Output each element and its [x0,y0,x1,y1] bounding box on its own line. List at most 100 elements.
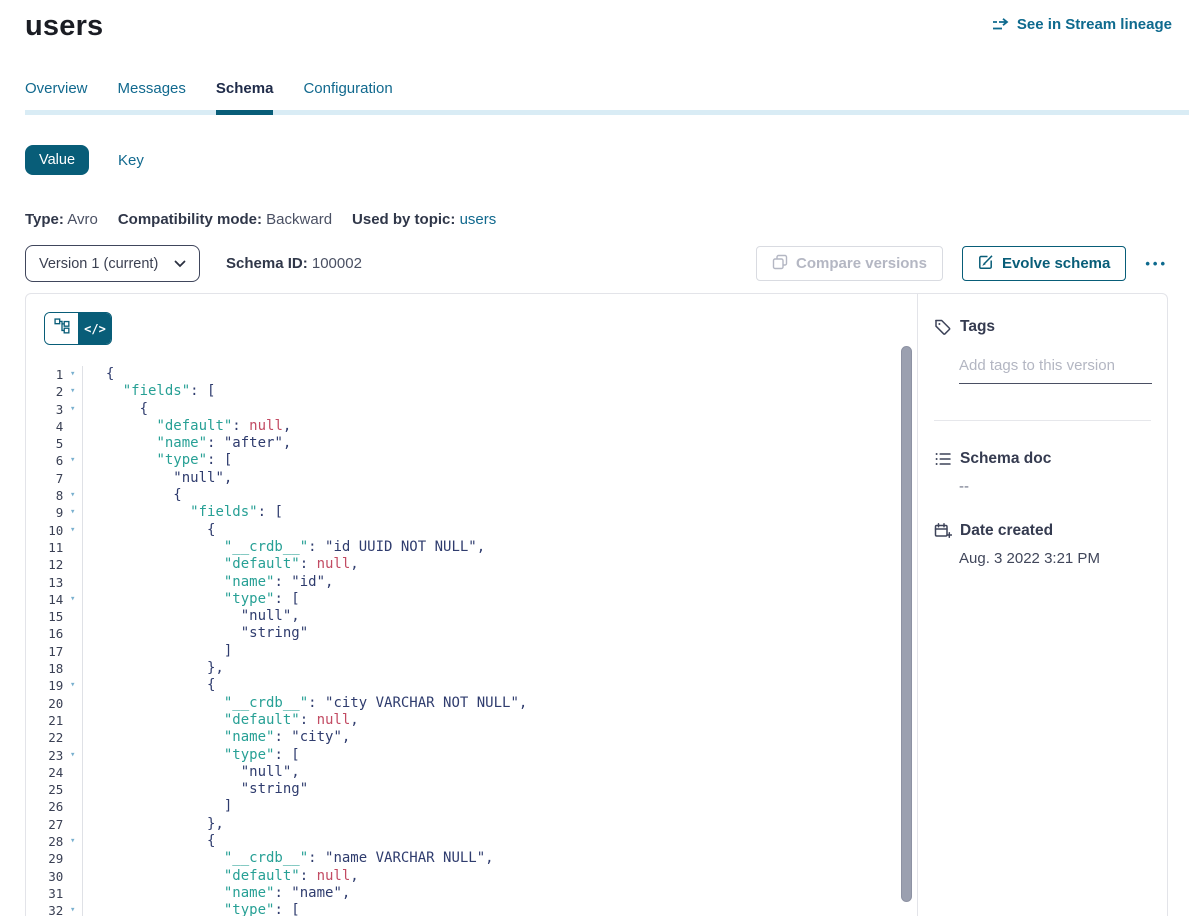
fold-spacer [63,556,82,573]
fold-arrow[interactable]: ▾ [63,677,82,694]
fold-arrow[interactable]: ▾ [63,522,82,539]
fold-arrow[interactable]: ▾ [63,383,82,400]
fold-arrow[interactable]: ▾ [63,452,82,469]
code-line: 7 "null", [26,470,917,487]
fold-arrow[interactable]: ▾ [63,747,82,764]
add-tags-input[interactable] [959,357,1152,384]
fold-spacer [63,643,82,660]
edit-icon [978,254,994,274]
fold-arrow[interactable]: ▾ [63,401,82,418]
schema-controls-row: Version 1 (current) Schema ID: 100002 Co… [25,245,1168,282]
code-view-icon: </> [84,322,106,336]
fold-arrow[interactable]: ▾ [63,504,82,521]
code-text: { [83,487,182,504]
line-number: 8 [26,487,63,504]
copy-versions-icon [772,254,788,274]
tab-messages[interactable]: Messages [118,80,186,115]
fold-spacer [63,660,82,677]
topic-link[interactable]: users [460,211,497,228]
code-text: "default": null, [83,868,359,885]
line-number: 31 [26,885,63,902]
vertical-scrollbar-thumb[interactable] [901,346,912,902]
code-text: { [83,366,114,383]
code-line: 2▾ "fields": [ [26,383,917,400]
fold-arrow[interactable]: ▾ [63,591,82,608]
chevron-down-icon [174,256,186,272]
line-number: 26 [26,798,63,815]
schema-code-pane: </> 1▾ {2▾ "fields": [3▾ {4 "default": n… [26,294,917,916]
value-toggle-button[interactable]: Value [25,145,89,175]
code-text: { [83,677,215,694]
code-line: 28▾ { [26,833,917,850]
code-text: "default": null, [83,712,359,729]
line-number: 13 [26,574,63,591]
line-number: 9 [26,504,63,521]
date-created-value: Aug. 3 2022 3:21 PM [959,550,1151,567]
fold-arrow[interactable]: ▾ [63,902,82,916]
line-number: 12 [26,556,63,573]
line-number: 16 [26,625,63,642]
code-text: "string" [83,781,308,798]
fold-spacer [63,712,82,729]
line-number: 20 [26,695,63,712]
code-text: "name": "city", [83,729,350,746]
tree-view-button[interactable] [45,313,78,344]
code-line: 13 "name": "id", [26,574,917,591]
line-number: 21 [26,712,63,729]
fold-spacer [63,695,82,712]
key-toggle-link[interactable]: Key [118,152,144,169]
code-text: { [83,401,148,418]
tag-icon [934,318,952,336]
code-line: 23▾ "type": [ [26,747,917,764]
view-mode-toggle: </> [44,312,112,345]
code-text: }, [83,816,224,833]
line-number: 30 [26,868,63,885]
code-text: ] [83,798,232,815]
code-line: 21 "default": null, [26,712,917,729]
more-actions-button[interactable]: ••• [1145,256,1168,271]
code-line: 27 }, [26,816,917,833]
code-text: "__crdb__": "id UUID NOT NULL", [83,539,485,556]
code-text: "null", [83,470,232,487]
stream-lineage-icon [992,17,1010,33]
see-in-stream-lineage-link[interactable]: See in Stream lineage [992,16,1172,33]
line-number: 6 [26,452,63,469]
code-text: }, [83,660,224,677]
schema-doc-heading: Schema doc [934,450,1151,468]
used-by-topic: Used by topic: users [352,211,496,228]
compare-versions-button[interactable]: Compare versions [756,246,943,281]
code-view-button[interactable]: </> [78,313,111,344]
code-text: "type": [ [83,902,300,916]
code-line: 25 "string" [26,781,917,798]
tab-bar: Overview Messages Schema Configuration [25,80,1189,115]
fold-spacer [63,418,82,435]
fold-arrow[interactable]: ▾ [63,487,82,504]
code-line: 15 "null", [26,608,917,625]
line-number: 3 [26,401,63,418]
line-number: 18 [26,660,63,677]
line-number: 7 [26,470,63,487]
fold-spacer [63,816,82,833]
line-number: 15 [26,608,63,625]
tab-schema[interactable]: Schema [216,80,274,115]
fold-spacer [63,470,82,487]
code-line: 18 }, [26,660,917,677]
evolve-schema-button[interactable]: Evolve schema [962,246,1126,281]
schema-code-editor[interactable]: 1▾ {2▾ "fields": [3▾ {4 "default": null,… [26,366,917,916]
tab-overview[interactable]: Overview [25,80,88,115]
line-number: 5 [26,435,63,452]
fold-arrow[interactable]: ▾ [63,366,82,383]
code-line: 19▾ { [26,677,917,694]
line-number: 17 [26,643,63,660]
fold-arrow[interactable]: ▾ [63,833,82,850]
line-number: 29 [26,850,63,867]
tags-heading: Tags [934,318,1151,336]
code-line: 3▾ { [26,401,917,418]
code-text: "default": null, [83,418,291,435]
code-text: "type": [ [83,747,300,764]
tab-configuration[interactable]: Configuration [303,80,392,115]
code-line: 22 "name": "city", [26,729,917,746]
list-icon [934,450,952,468]
version-select[interactable]: Version 1 (current) [25,245,200,282]
code-line: 31 "name": "name", [26,885,917,902]
